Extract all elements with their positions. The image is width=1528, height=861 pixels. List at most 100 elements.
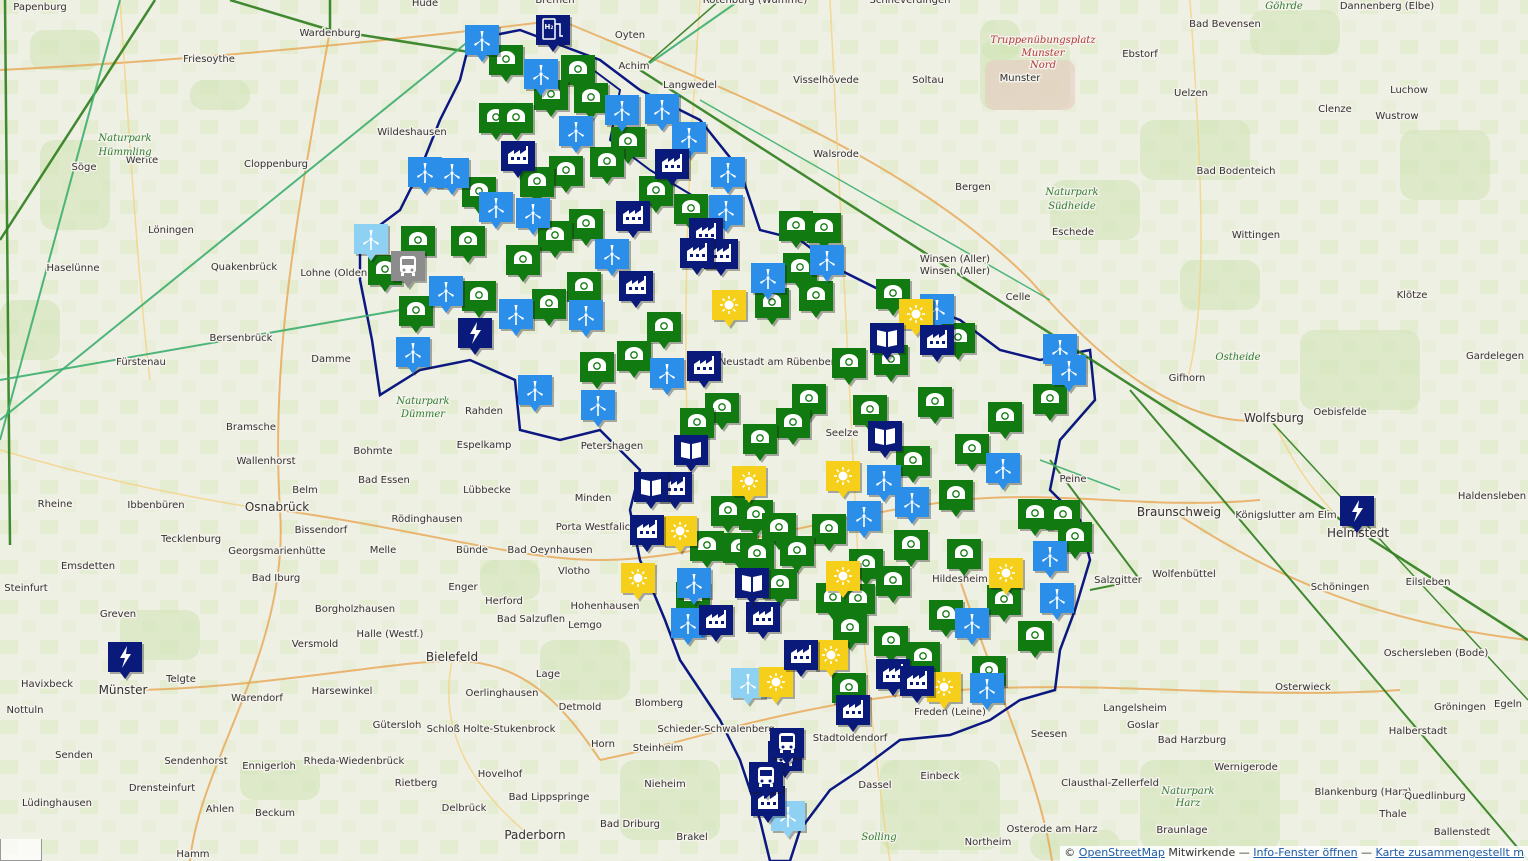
place-label: Blankenburg (Harz)	[1315, 787, 1412, 798]
place-label: Lübbecke	[463, 485, 511, 496]
svg-text:H₂: H₂	[545, 23, 554, 31]
solar-icon	[671, 522, 689, 540]
place-label: Munster	[1000, 73, 1042, 84]
park-label: Naturpark	[395, 396, 449, 407]
place-label: Georgsmarienhütte	[228, 546, 325, 557]
place-label: Bad Driburg	[600, 819, 660, 830]
forest-area	[480, 560, 540, 600]
place-label: Hildesheim	[932, 574, 988, 585]
place-label: Einbeck	[920, 771, 959, 782]
park-label: Naturpark	[97, 133, 151, 144]
place-label: Langwedel	[663, 80, 717, 91]
city-label: Osnabrück	[245, 500, 309, 514]
bus-icon	[779, 733, 795, 753]
bus-icon	[758, 767, 774, 787]
place-label: Versmold	[292, 639, 339, 650]
place-label: Uelzen	[1174, 88, 1208, 99]
place-label: Borgholzhausen	[315, 604, 395, 615]
place-label: Ibbenbüren	[127, 500, 184, 511]
separator: —	[1361, 846, 1373, 859]
place-label: Oyten	[615, 30, 645, 41]
place-label: Gröningen	[1434, 702, 1486, 713]
park-label: Dümmer	[400, 409, 446, 420]
place-label: Oschersleben (Bode)	[1384, 648, 1489, 659]
park-label: Ostheide	[1215, 352, 1260, 363]
place-label: Eschede	[1052, 227, 1094, 238]
place-label: Greven	[100, 609, 136, 620]
place-label: Northeim	[965, 837, 1012, 848]
place-label: Vlotho	[558, 566, 590, 577]
place-label: Celle	[1006, 292, 1031, 303]
forest-area	[1180, 260, 1260, 310]
place-label: Braunlage	[1156, 825, 1207, 836]
city-label: Braunschweig	[1137, 505, 1221, 519]
place-label: Porta Westfalica	[556, 522, 637, 533]
map-attribution: © OpenStreetMap Mitwirkende — Info-Fenst…	[1060, 846, 1528, 861]
osm-link[interactable]: OpenStreetMap	[1079, 846, 1165, 859]
military-area-label: Nord	[1029, 60, 1056, 71]
place-label: Bad Salzuflen	[497, 614, 565, 625]
place-label: Damme	[311, 354, 350, 365]
place-label: Ennigerloh	[242, 761, 296, 772]
place-label: Haldensleben	[1458, 491, 1526, 502]
place-label: Fürstenau	[116, 357, 166, 368]
place-label: Bad Harzburg	[1158, 735, 1227, 746]
place-label: Cloppenburg	[244, 159, 308, 170]
solar-icon	[907, 305, 925, 323]
place-label: Warendorf	[231, 693, 283, 704]
place-label: Harsewinkel	[312, 686, 373, 697]
place-label: Neustadt am Rübenberge	[719, 357, 847, 368]
place-label: Espelkamp	[457, 440, 512, 451]
place-label: Lüdinghausen	[22, 798, 92, 809]
place-label: Sendenhorst	[164, 756, 227, 767]
place-label: Bünde	[456, 545, 488, 556]
place-label: Hovelhof	[478, 769, 523, 780]
place-label: Steinfurt	[4, 583, 48, 594]
place-label: Hamm	[176, 849, 209, 860]
place-label: Schieder-Schwalenberg	[657, 724, 774, 735]
place-label: Bohmte	[353, 446, 392, 457]
place-label: Schöningen	[1311, 582, 1370, 593]
place-label: Hude	[412, 0, 438, 9]
place-label: Ebstorf	[1122, 49, 1158, 60]
place-label: Havixbeck	[21, 679, 73, 690]
solar-icon	[767, 673, 785, 691]
bus-icon	[400, 256, 416, 276]
map-compiled-link[interactable]: Karte zusammengestellt m	[1376, 846, 1524, 859]
place-label: Eilsleben	[1406, 577, 1451, 588]
place-label: Stadtoldendorf	[813, 733, 888, 744]
park-label: Naturpark	[1044, 187, 1098, 198]
city-label: Paderborn	[504, 828, 565, 842]
place-label: Wustrow	[1375, 111, 1418, 122]
solar-icon	[834, 567, 852, 585]
map-canvas[interactable]: Papenburg Hude Wardenburg Bremen Rotenburg (…	[0, 0, 1528, 861]
place-label: Papenburg	[13, 2, 67, 13]
place-label: Bad Essen	[358, 475, 410, 486]
place-label: Peine	[1059, 474, 1086, 485]
forest-area	[1300, 330, 1420, 410]
solar-icon	[822, 646, 840, 664]
city-label: Bielefeld	[426, 650, 478, 664]
place-label: Winsen (Aller)	[920, 254, 990, 265]
forest-area	[1400, 130, 1490, 200]
place-label: Quakenbrück	[211, 262, 278, 273]
place-label: Petershagen	[581, 441, 644, 452]
place-label: Drensteinfurt	[129, 783, 195, 794]
place-label: Haselünne	[47, 263, 100, 274]
place-label: Herford	[485, 596, 523, 607]
place-label: Seelze	[826, 428, 859, 439]
place-label: Langelsheim	[1103, 703, 1167, 714]
place-label: Minden	[575, 493, 612, 504]
place-label: Soltau	[912, 75, 944, 86]
park-label: Göhrde	[1265, 1, 1303, 12]
place-label: Bergen	[955, 182, 991, 193]
place-label: Gardelegen	[1466, 351, 1524, 362]
place-label: Wittingen	[1232, 230, 1280, 241]
place-label: Bad Bevensen	[1189, 19, 1261, 30]
place-label: Wolfenbüttel	[1152, 569, 1216, 580]
place-label: Goslar	[1127, 720, 1160, 731]
info-window-link[interactable]: Info-Fenster öffnen	[1253, 846, 1357, 859]
place-label: Clenze	[1318, 104, 1352, 115]
place-label: Quedlinburg	[1404, 791, 1466, 802]
place-label: Dannenberg (Elbe)	[1340, 1, 1434, 12]
